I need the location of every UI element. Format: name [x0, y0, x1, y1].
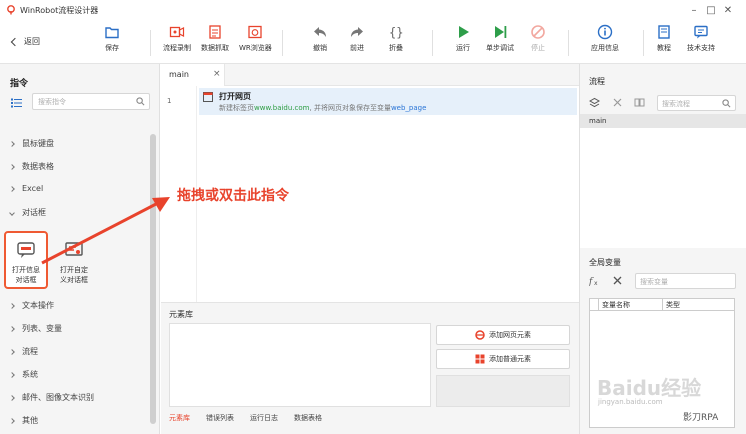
tab-data-table[interactable]: 数据表格 [294, 413, 322, 423]
webpage-icon [203, 92, 213, 102]
play-icon [459, 26, 469, 38]
maximize-icon[interactable]: □ [704, 3, 718, 17]
flows-title: 流程 [589, 77, 605, 86]
editor-tabs: main × [161, 64, 579, 86]
flow-search-input[interactable]: 搜索流程 [657, 95, 736, 111]
browser-icon [248, 25, 263, 39]
close-tab-icon[interactable]: × [213, 69, 221, 79]
step-debug-button[interactable]: 单步调试 [486, 24, 514, 53]
folder-save-icon [105, 27, 119, 39]
watermark-url: jingyan.baidu.com [598, 398, 663, 406]
redo-icon [351, 27, 363, 37]
save-button[interactable]: 保存 [104, 24, 120, 53]
list-view-icon[interactable] [11, 98, 22, 108]
watermark: Baidu经验 [597, 376, 702, 400]
window-title: WinRobot流程设计器 [20, 5, 99, 15]
undo-icon [314, 27, 326, 37]
stop-icon [531, 25, 545, 39]
app-logo-icon [7, 5, 15, 15]
braces-icon: {} [389, 26, 403, 40]
delete-flow-icon[interactable] [612, 97, 623, 108]
variables-table[interactable]: 变量名称 类型 [589, 298, 735, 428]
category-mouse-keyboard[interactable]: 鼠标键盘 [9, 138, 54, 149]
commands-scrollbar[interactable] [150, 134, 156, 424]
category-data-table[interactable]: 数据表格 [9, 161, 54, 172]
tab-main[interactable]: main × [161, 64, 225, 86]
stop-button[interactable]: 停止 [530, 24, 546, 53]
windows-icon [475, 354, 485, 364]
tab-element-library[interactable]: 元素库 [169, 413, 190, 423]
run-button[interactable]: 运行 [455, 24, 471, 53]
support-button[interactable]: 技术支持 [687, 24, 715, 53]
tab-run-log[interactable]: 运行日志 [250, 413, 278, 423]
svg-text:{}: {} [389, 26, 403, 40]
add-web-element-button[interactable]: 添加网页元素 [436, 325, 570, 345]
fold-button[interactable]: {} 折叠 [388, 24, 404, 53]
commands-title: 指令 [10, 79, 29, 89]
minimize-icon[interactable]: – [687, 3, 701, 17]
search-icon [722, 99, 731, 108]
close-icon[interactable]: ✕ [721, 3, 735, 17]
flow-step-open-webpage[interactable]: 打开网页 新建标签页www.baidu.com, 并将网页对象保存至变量web_… [199, 88, 577, 115]
category-text[interactable]: 文本操作 [9, 300, 54, 311]
add-normal-element-button[interactable]: 添加普通元素 [436, 349, 570, 369]
record-icon [169, 26, 185, 38]
step-debug-icon [495, 26, 507, 38]
support-chat-icon [694, 25, 708, 39]
category-system[interactable]: 系统 [9, 369, 38, 380]
variable-search-input[interactable]: 搜索变量 [635, 273, 736, 289]
title-bar: WinRobot流程设计器 [0, 0, 746, 20]
capture-button[interactable]: 数据抓取 [201, 24, 229, 53]
info-icon [597, 24, 613, 40]
flow-item-main[interactable]: main [580, 114, 746, 128]
data-capture-icon [209, 25, 221, 39]
element-library-panel: 元素库 添加网页元素 添加普通元素 元素库 错误列表 运行日志 数据表格 [161, 302, 579, 434]
category-mail-ocr[interactable]: 邮件、图像文本识别 [9, 392, 94, 403]
watermark-tag: 影刀RPA [683, 413, 719, 423]
toolbar: 返回 保存 流程录制 数据抓取 WR浏览器 撤销 前进 {} 折叠 运行 单步调… [0, 20, 746, 64]
category-flow[interactable]: 流程 [9, 346, 38, 357]
tutorial-button[interactable]: 教程 [656, 24, 672, 53]
message-dialog-icon [17, 242, 35, 258]
add-flow-icon[interactable] [589, 97, 600, 108]
add-variable-icon[interactable]: fx [589, 275, 600, 286]
element-preview [436, 375, 570, 407]
search-icon [136, 97, 145, 106]
annotation-text: 拖拽或双击此指令 [177, 188, 289, 204]
flow-settings-icon[interactable] [634, 97, 645, 108]
category-other[interactable]: 其他 [9, 415, 38, 426]
undo-button[interactable]: 撤销 [312, 24, 328, 53]
variables-table-header: 变量名称 类型 [590, 299, 734, 311]
chevron-left-icon [10, 37, 20, 46]
flow-list [580, 128, 746, 248]
global-vars-title: 全局变量 [589, 258, 621, 267]
redo-button[interactable]: 前进 [349, 24, 365, 53]
drag-arrow-annotation [41, 197, 170, 265]
delete-variable-icon[interactable] [612, 275, 623, 286]
element-tree[interactable] [169, 323, 431, 407]
category-list-variable[interactable]: 列表、变量 [9, 323, 62, 334]
tab-error-list[interactable]: 错误列表 [206, 413, 234, 423]
category-excel[interactable]: Excel [9, 184, 43, 193]
app-info-button[interactable]: 应用信息 [591, 24, 619, 53]
book-icon [658, 25, 670, 39]
ie-browser-icon [475, 330, 485, 340]
record-button[interactable]: 流程录制 [163, 24, 191, 53]
wr-browser-button[interactable]: WR浏览器 [239, 24, 272, 53]
back-button[interactable]: 返回 [10, 36, 40, 47]
command-search-input[interactable]: 搜索指令 [32, 93, 150, 110]
svg-text:x: x [594, 280, 598, 286]
